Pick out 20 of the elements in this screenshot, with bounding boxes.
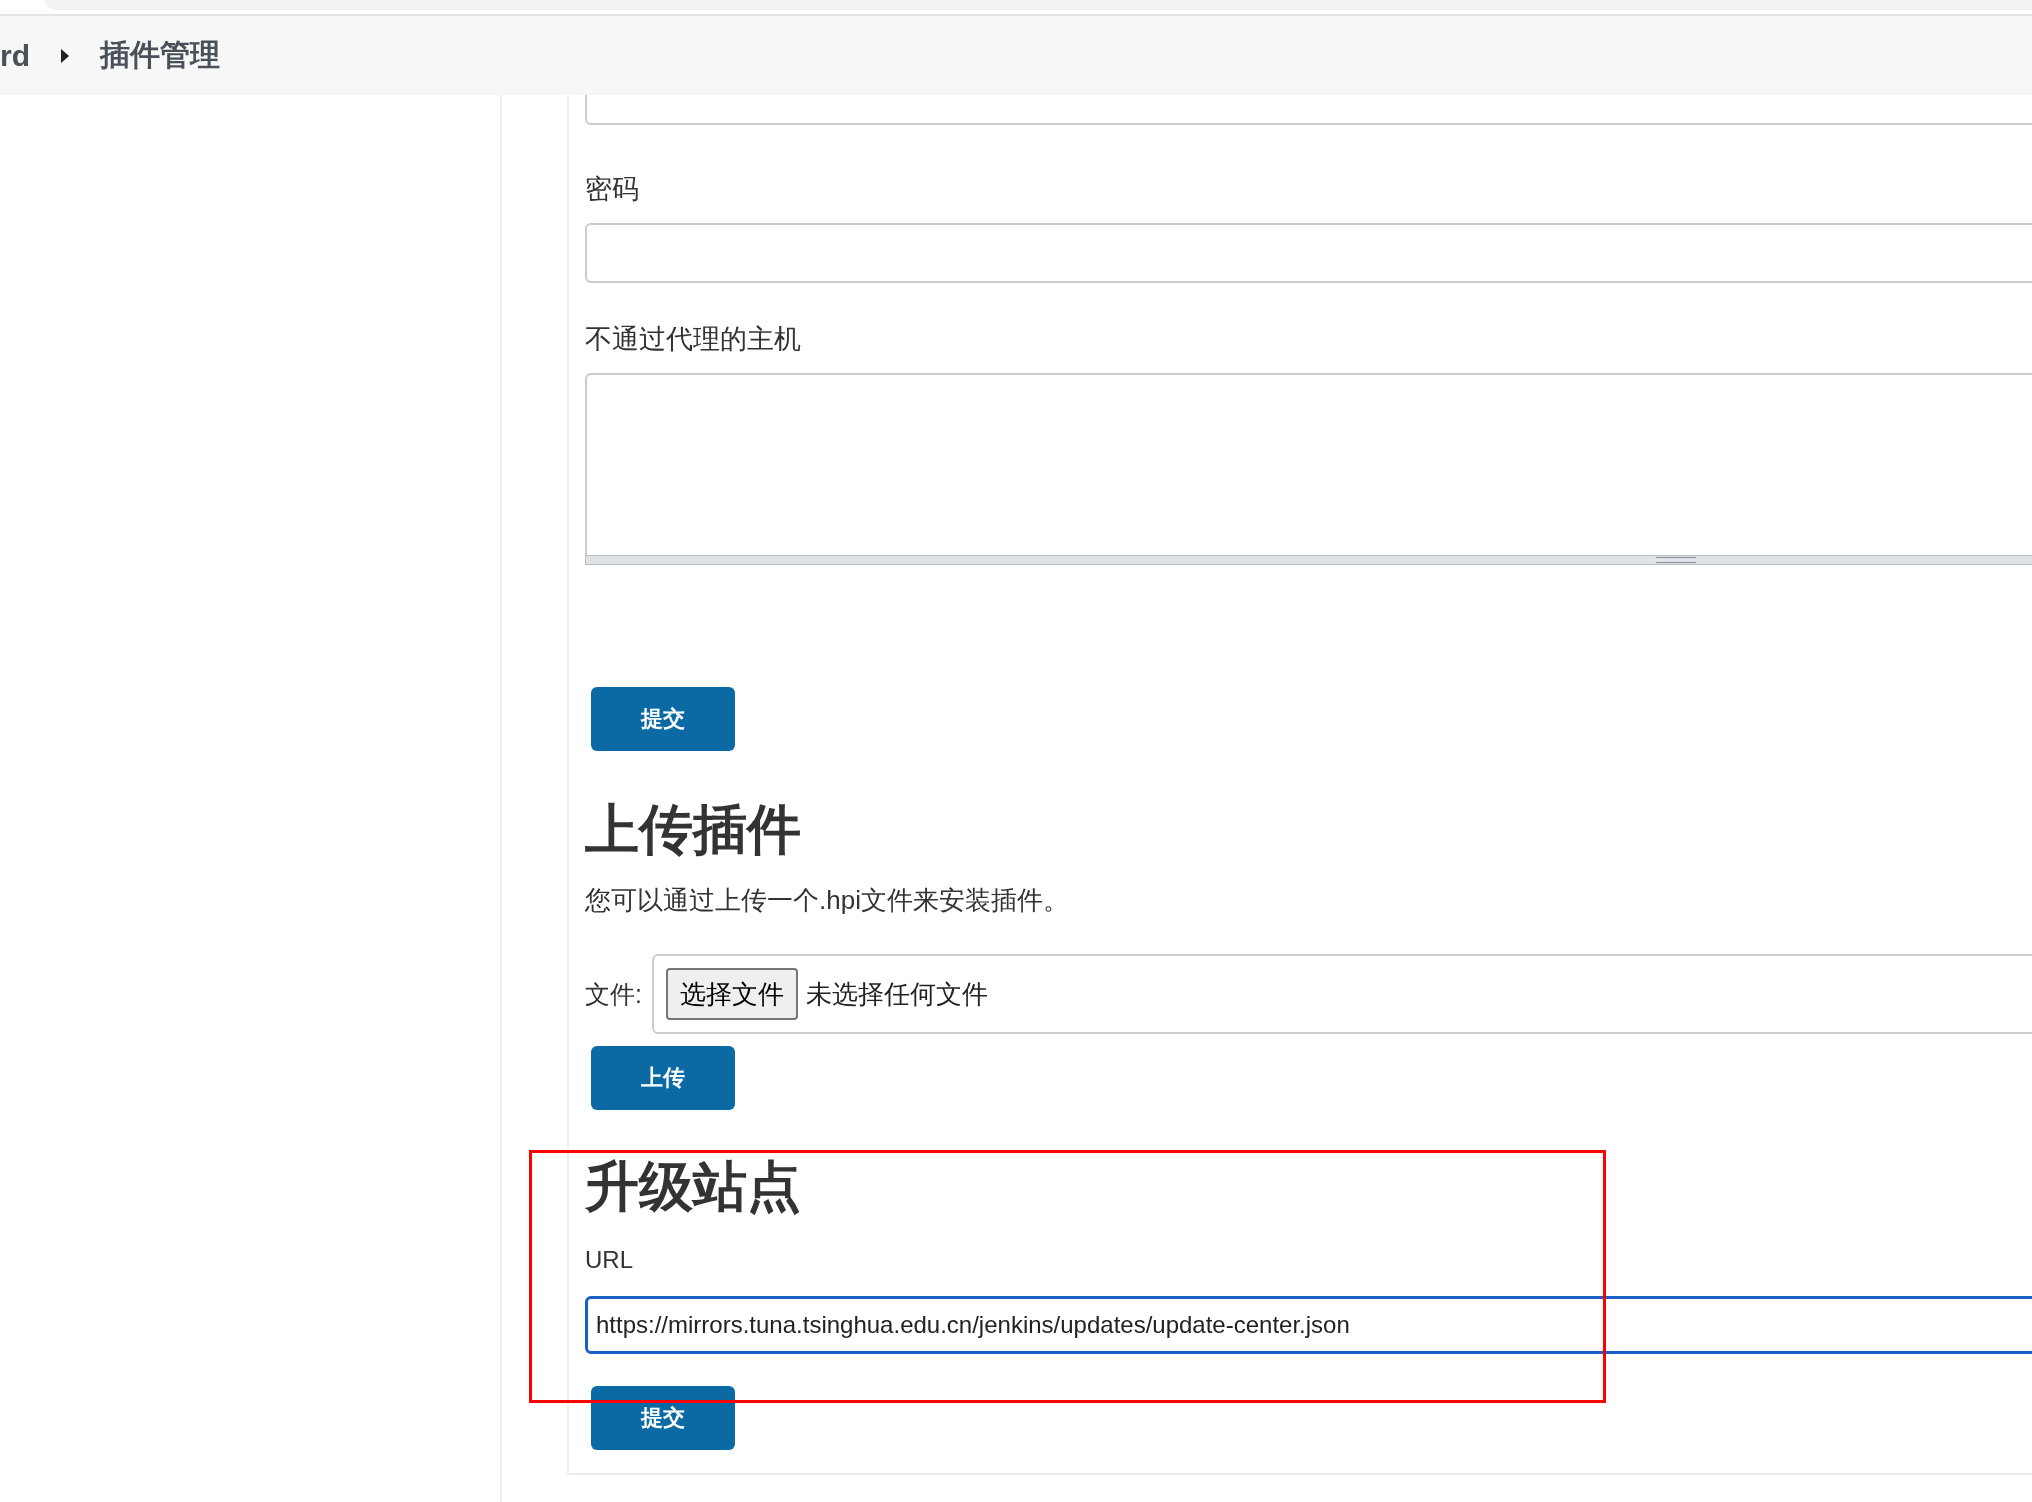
file-status-text: 未选择任何文件 bbox=[805, 977, 988, 1011]
caret-icon bbox=[60, 47, 70, 64]
field-label: URL bbox=[585, 1246, 634, 1274]
url-input-field[interactable]: https://mirrors.tuna.tsinghua.edu.cn/jenkins/updates/update-center.json bbox=[585, 1296, 2032, 1354]
section-heading: 升级站点 bbox=[585, 1155, 802, 1218]
submit-button[interactable]: 提交 bbox=[591, 687, 735, 751]
field-label: 不通过代理的主机 bbox=[585, 323, 802, 356]
breadcrumb-link[interactable]: 插件管理 bbox=[100, 35, 220, 76]
description-text: 您可以通过上传一个.hpi文件来安装插件。 bbox=[585, 884, 1070, 917]
choose-file-button[interactable]: 选择文件 bbox=[665, 968, 798, 1020]
password-field[interactable] bbox=[585, 223, 2032, 283]
input-field[interactable] bbox=[585, 95, 2032, 125]
file-input-field[interactable]: 选择文件 未选择任何文件 bbox=[651, 954, 2032, 1034]
upload-button[interactable]: 上传 bbox=[591, 1046, 735, 1110]
resize-handle[interactable] bbox=[585, 555, 2032, 565]
field-label: 密码 bbox=[585, 173, 640, 206]
field-label: 文件: bbox=[585, 978, 642, 1010]
breadcrumb-link[interactable]: rd bbox=[0, 38, 30, 73]
section-heading: 上传插件 bbox=[585, 798, 802, 861]
submit-button[interactable]: 提交 bbox=[591, 1386, 735, 1450]
